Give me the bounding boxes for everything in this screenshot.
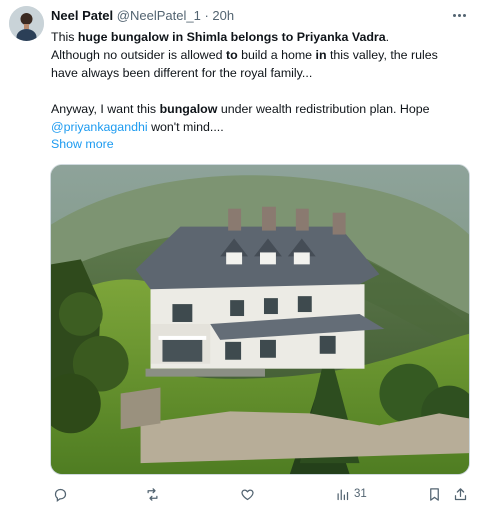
tweet-line-3: have always been different for the royal… [51,66,313,80]
views-button[interactable]: 31 [335,484,367,504]
avatar-image [9,6,44,41]
views-count: 31 [354,488,367,500]
separator-dot: · [204,8,209,23]
avatar[interactable] [9,6,44,41]
timestamp[interactable]: 20h [212,8,234,23]
share-button[interactable] [453,484,468,504]
tweet[interactable]: Neel Patel @NeelPatel_1 · 20h This huge … [0,0,483,510]
more-icon[interactable] [449,6,469,24]
share-icon [454,487,467,500]
tweet-line-1: This huge bungalow in Shimla belongs to … [51,30,390,44]
bookmark-icon [430,487,439,501]
views-icon [337,489,349,500]
bookmark-button[interactable] [427,484,442,504]
retweet-icon [147,487,158,501]
tweet-photo[interactable] [50,164,470,475]
show-more-link[interactable]: Show more [51,135,114,153]
reply-icon [54,488,67,502]
tweet-line-4: Anyway, I want this bungalow under wealt… [51,102,430,116]
tweet-line-2: Although no outsider is allowed to build… [51,48,438,62]
reply-button[interactable] [53,484,68,504]
display-name[interactable]: Neel Patel [51,8,113,23]
tweet-text: This huge bungalow in Shimla belongs to … [51,28,461,136]
handle[interactable]: @NeelPatel_1 [117,8,201,23]
bungalow-photo [51,165,469,474]
retweet-button[interactable] [145,484,160,504]
tweet-header: Neel Patel @NeelPatel_1 · 20h [51,8,234,24]
mention-link[interactable]: @priyankagandhi [51,120,148,134]
heart-icon [241,489,254,500]
like-button[interactable] [240,484,255,504]
action-bar: 31 [50,484,475,506]
tweet-line-5: @priyankagandhi won't mind.... [51,120,224,134]
